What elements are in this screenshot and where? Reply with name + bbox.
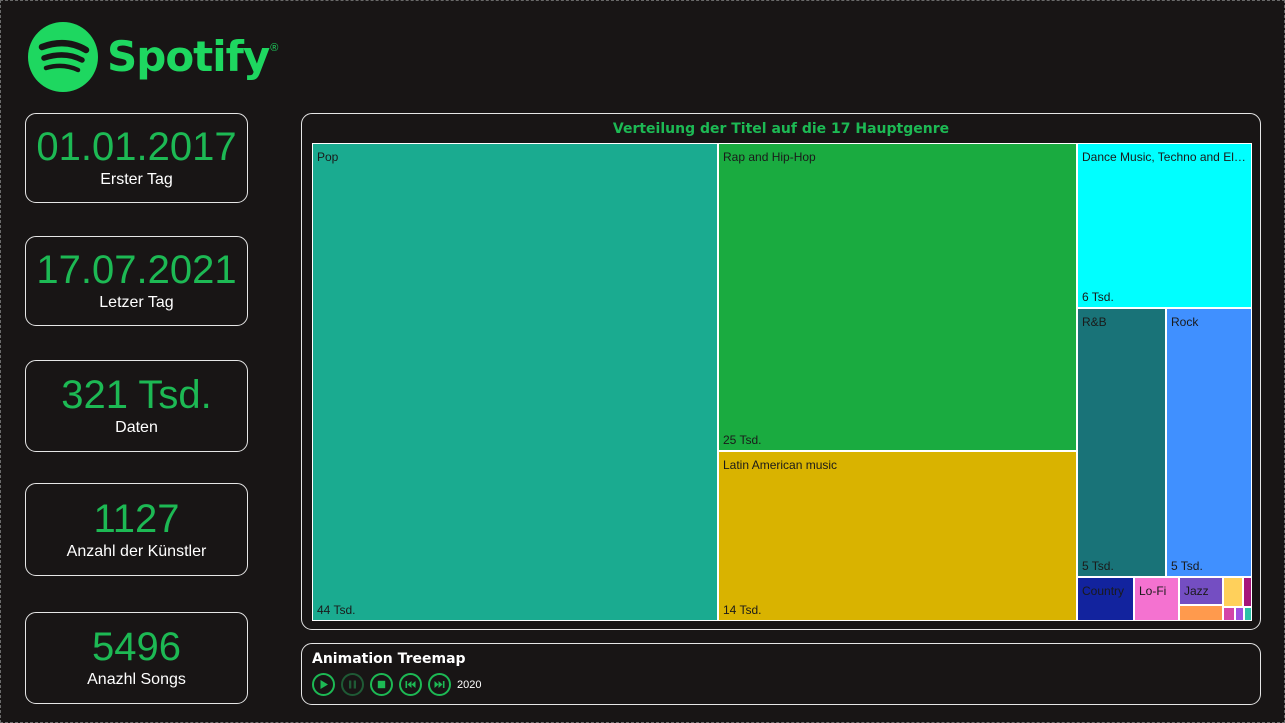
treemap-tile-small[interactable] bbox=[1179, 605, 1223, 621]
next-button[interactable] bbox=[428, 673, 451, 696]
registered-mark: ® bbox=[270, 42, 279, 54]
kpi-label: Erster Tag bbox=[100, 171, 173, 188]
spotify-logo: Spotify ® bbox=[28, 22, 278, 92]
tile-label: Rock bbox=[1171, 315, 1199, 329]
tile-label: Country bbox=[1082, 584, 1125, 598]
treemap-tile-small[interactable] bbox=[1223, 607, 1235, 621]
tile-label: Lo-Fi bbox=[1139, 584, 1167, 598]
tile-label: Rap and Hip-Hop bbox=[723, 150, 816, 164]
kpi-card-data-count: 321 Tsd. Daten bbox=[25, 360, 248, 452]
treemap-tile-small[interactable] bbox=[1243, 577, 1252, 607]
kpi-label: Letzer Tag bbox=[99, 294, 174, 311]
play-button[interactable] bbox=[312, 673, 335, 696]
kpi-card-last-day: 17.07.2021 Letzer Tag bbox=[25, 236, 248, 326]
treemap-tile-lofi[interactable]: Lo-Fi bbox=[1134, 577, 1179, 621]
pause-icon bbox=[349, 680, 356, 689]
spotify-logo-icon bbox=[28, 22, 98, 92]
tile-value: 25 Tsd. bbox=[723, 433, 762, 447]
kpi-value: 17.07.2021 bbox=[36, 248, 237, 292]
stop-button[interactable] bbox=[370, 673, 393, 696]
tile-label: Latin American music bbox=[723, 458, 838, 472]
animation-title: Animation Treemap bbox=[312, 651, 466, 667]
skip-back-icon bbox=[405, 681, 416, 688]
treemap-tile-small[interactable] bbox=[1235, 607, 1244, 621]
treemap-tile-small[interactable] bbox=[1244, 607, 1252, 621]
play-icon bbox=[320, 680, 328, 689]
genre-treemap: Pop 44 Tsd. Rap and Hip-Hop 25 Tsd. Lati… bbox=[312, 143, 1252, 621]
kpi-value: 01.01.2017 bbox=[36, 125, 237, 169]
treemap-tile-rap-hip-hop[interactable]: Rap and Hip-Hop 25 Tsd. bbox=[718, 143, 1077, 451]
kpi-card-artist-count: 1127 Anzahl der Künstler bbox=[25, 483, 248, 576]
playback-controls: 2020 bbox=[312, 673, 481, 696]
kpi-label: Anazhl Songs bbox=[87, 671, 186, 688]
tile-label: Pop bbox=[317, 150, 339, 164]
treemap-tile-small[interactable] bbox=[1223, 577, 1243, 607]
kpi-card-song-count: 5496 Anazhl Songs bbox=[25, 612, 248, 704]
tile-label: Jazz bbox=[1184, 584, 1209, 598]
tile-value: 5 Tsd. bbox=[1171, 559, 1203, 573]
treemap-tile-latin-american[interactable]: Latin American music 14 Tsd. bbox=[718, 451, 1077, 621]
tile-label: R&B bbox=[1082, 315, 1107, 329]
tile-value: 44 Tsd. bbox=[317, 603, 356, 617]
tile-value: 14 Tsd. bbox=[723, 603, 762, 617]
treemap-tile-dance-electronic[interactable]: Dance Music, Techno and Electronic Music… bbox=[1077, 143, 1252, 308]
pause-button[interactable] bbox=[341, 673, 364, 696]
tile-value: 6 Tsd. bbox=[1082, 290, 1114, 304]
treemap-tile-jazz[interactable]: Jazz bbox=[1179, 577, 1223, 605]
kpi-value: 321 Tsd. bbox=[61, 373, 212, 417]
treemap-tile-rnb[interactable]: R&B 5 Tsd. bbox=[1077, 308, 1166, 577]
tile-label: Dance Music, Techno and Electronic Music bbox=[1082, 150, 1248, 164]
animation-panel: Animation Treemap 2020 bbox=[301, 643, 1261, 705]
treemap-tile-pop[interactable]: Pop 44 Tsd. bbox=[312, 143, 718, 621]
skip-forward-icon bbox=[434, 681, 445, 688]
kpi-label: Anzahl der Künstler bbox=[66, 542, 207, 560]
previous-button[interactable] bbox=[399, 673, 422, 696]
kpi-label: Daten bbox=[115, 419, 158, 436]
kpi-value: 1127 bbox=[93, 496, 180, 541]
stop-icon bbox=[377, 680, 386, 689]
animation-year: 2020 bbox=[457, 678, 482, 691]
kpi-value: 5496 bbox=[92, 625, 181, 669]
treemap-tile-country[interactable]: Country bbox=[1077, 577, 1134, 621]
treemap-title: Verteilung der Titel auf die 17 Hauptgen… bbox=[612, 121, 950, 137]
spotify-wordmark: Spotify bbox=[107, 32, 270, 81]
tile-value: 5 Tsd. bbox=[1082, 559, 1114, 573]
treemap-tile-rock[interactable]: Rock 5 Tsd. bbox=[1166, 308, 1252, 577]
kpi-card-first-day: 01.01.2017 Erster Tag bbox=[25, 113, 248, 203]
